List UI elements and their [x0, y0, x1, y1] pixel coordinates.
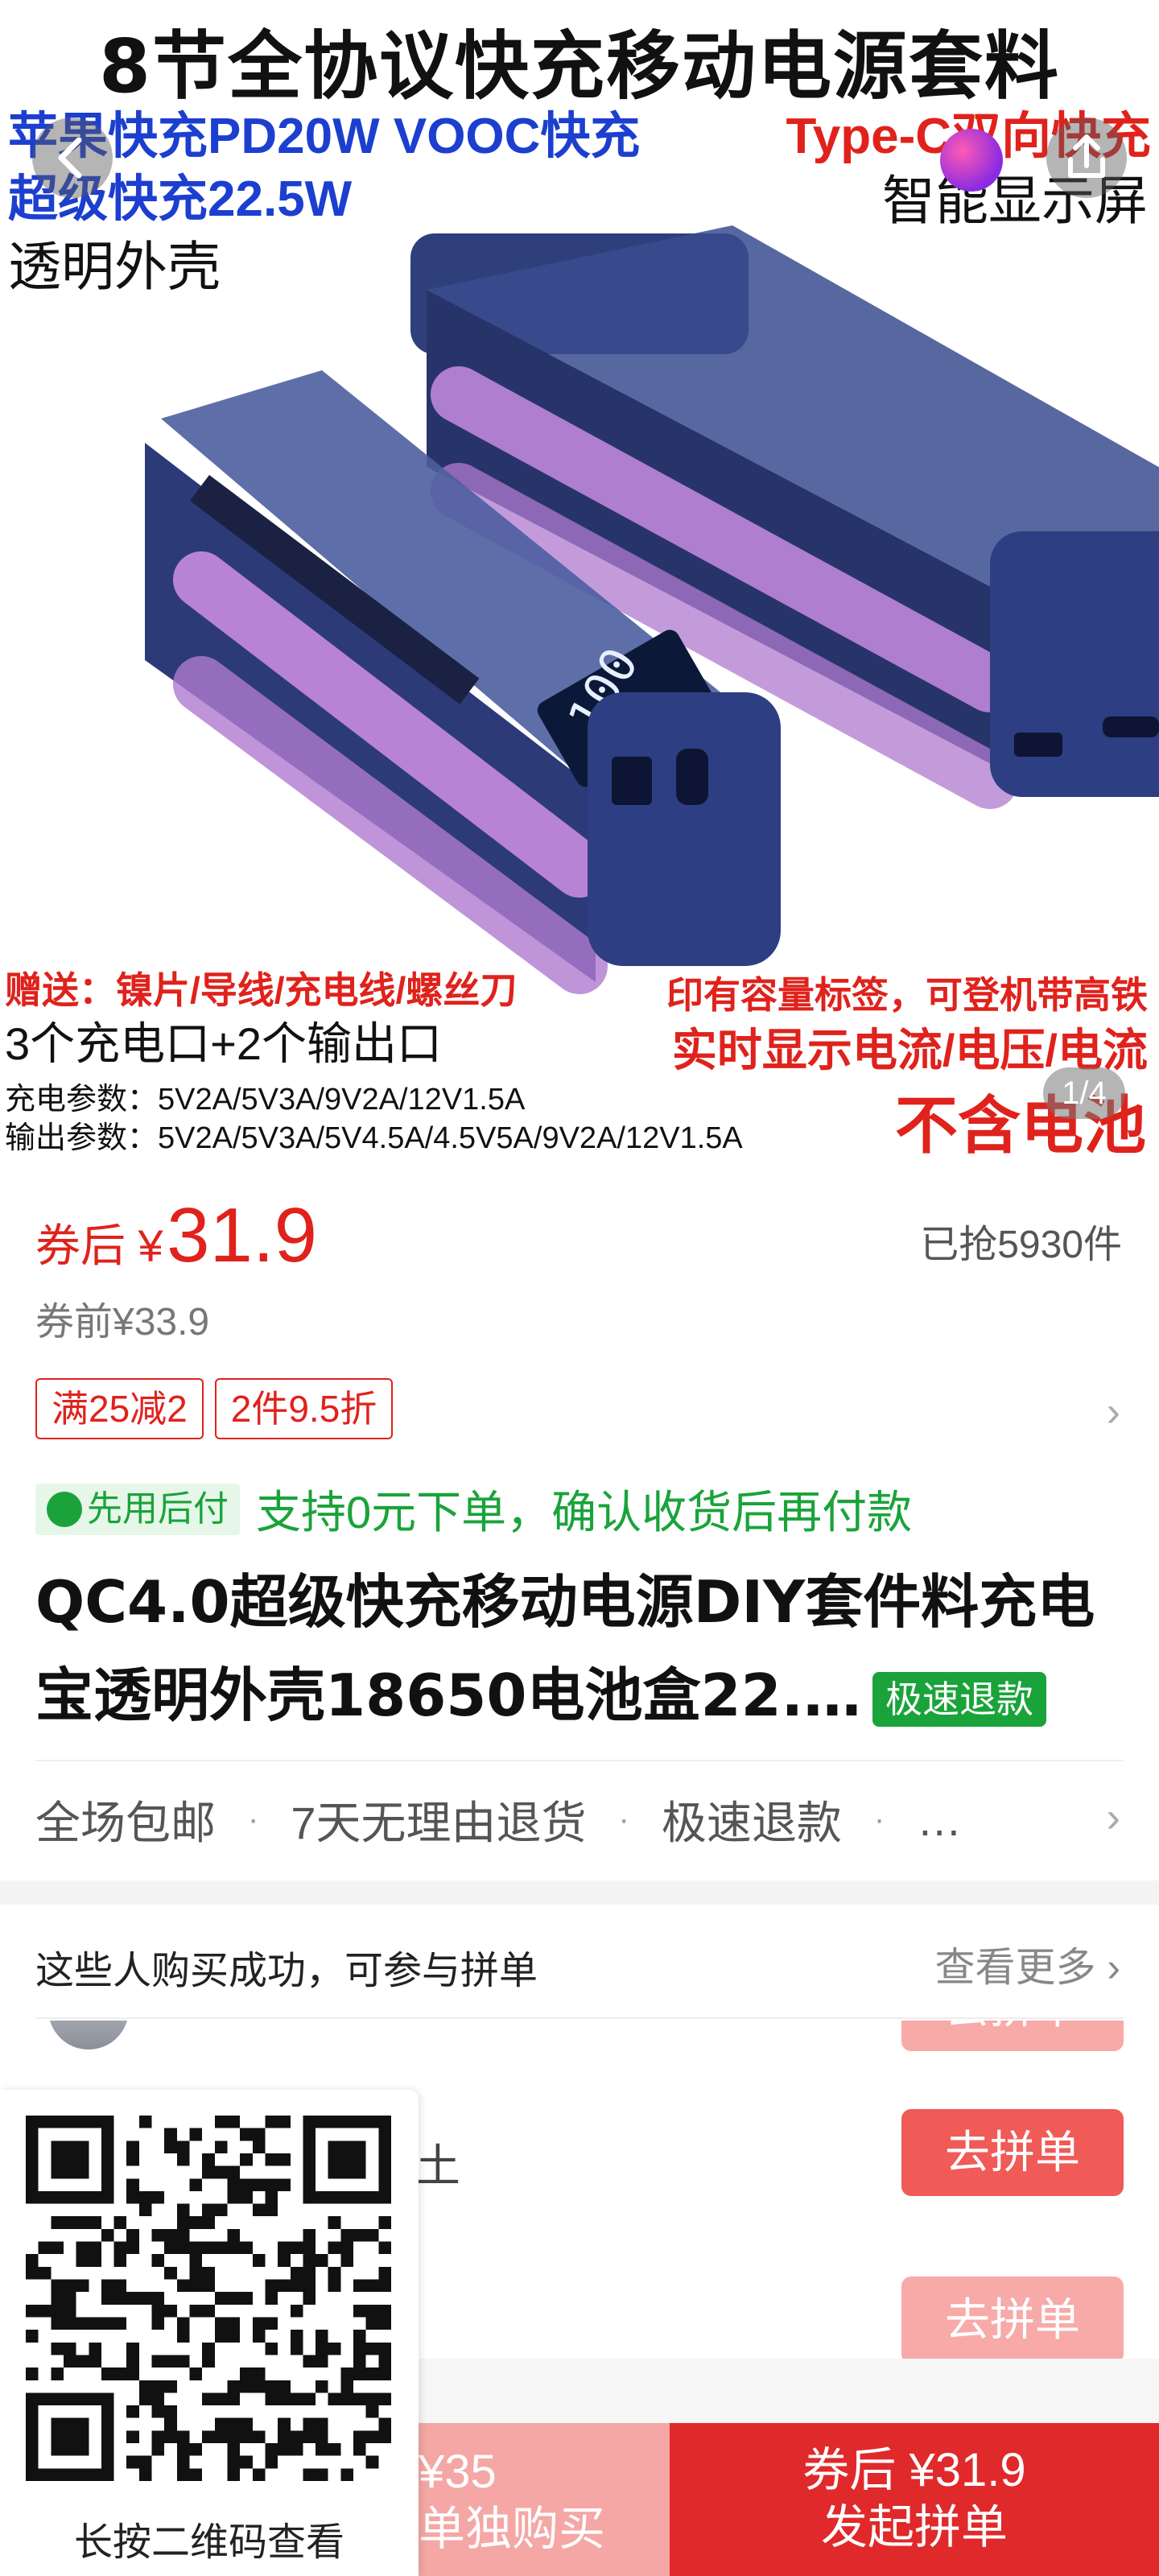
- gallery-output-params: 输出参数：5V2A/5V3A/5V4.5A/4.5V5A/9V2A/12V1.5…: [5, 1121, 743, 1155]
- price-row: 券后 ¥ 31.9: [35, 1191, 317, 1280]
- join-group-button[interactable]: 去拼单: [901, 2021, 1124, 2051]
- qr-code-icon[interactable]: [26, 2116, 391, 2481]
- price-label: 券后 ¥: [35, 1220, 163, 1271]
- promo-tag[interactable]: 2件9.5折: [214, 1378, 394, 1439]
- buy-alone-price: ¥35: [419, 2446, 497, 2498]
- group-buy-title: 这些人购买成功，可参与拼单: [35, 1950, 538, 1992]
- pay-later-icon: [47, 1491, 82, 1527]
- group-label: 发起拼单: [820, 2501, 1008, 2553]
- buy-alone-label: 单独购买: [419, 2503, 606, 2555]
- gallery-text-ports: 3个充电口+2个输出口: [5, 1018, 442, 1069]
- pay-later-badge: 先用后付: [35, 1483, 240, 1535]
- service-separator: ·: [248, 1802, 259, 1837]
- chevron-right-icon: ›: [1095, 1945, 1120, 1990]
- qr-caption: 长按二维码查看: [73, 2521, 344, 2564]
- product-title: QC4.0超级快充移动电源DIY套件料充电宝透明外壳18650电池盒22.… 极速…: [35, 1555, 1122, 1742]
- service-separator: ·: [618, 1802, 629, 1837]
- gallery-charge-params: 充电参数：5V2A/5V3A/9V2A/12V1.5A: [5, 1083, 526, 1117]
- service-row[interactable]: 全场包邮 · 7天无理由退货 · 极速退款 · …: [35, 1787, 962, 1852]
- divider: [35, 2017, 1124, 2019]
- back-button[interactable]: [32, 118, 113, 198]
- start-group-button[interactable]: 券后 ¥31.9 发起拼单: [670, 2423, 1159, 2576]
- pay-later-row[interactable]: 先用后付 支持0元下单，确认收货后再付款: [35, 1476, 912, 1542]
- service-separator: ·: [873, 1802, 885, 1837]
- join-group-button[interactable]: 去拼单: [901, 2109, 1124, 2196]
- promo-tag[interactable]: 满25减2: [35, 1378, 204, 1439]
- qr-code-card[interactable]: 长按二维码查看: [0, 2090, 419, 2576]
- chevron-left-icon: [58, 137, 82, 179]
- service-item: …: [917, 1794, 963, 1845]
- share-button[interactable]: [1046, 118, 1127, 198]
- price-value: 31.9: [167, 1192, 317, 1278]
- group-buy-more-label: 查看更多: [934, 1945, 1096, 1990]
- group-price: 券后 ¥31.9: [802, 2444, 1026, 2496]
- service-item: 全场包邮: [35, 1798, 216, 1848]
- group-user-name: 土: [415, 2140, 460, 2191]
- group-buy-more-link[interactable]: 查看更多 ›: [934, 1935, 1120, 1993]
- shop-avatar-icon[interactable]: [940, 129, 1003, 192]
- image-pager: 1/4: [1043, 1067, 1125, 1119]
- promo-tags[interactable]: 满25减2 2件9.5折: [35, 1378, 394, 1439]
- original-price: 券前¥33.9: [35, 1301, 210, 1344]
- service-item: 7天无理由退货: [291, 1798, 587, 1848]
- gallery-text-label: 印有容量标签，可登机带高铁: [666, 974, 1148, 1016]
- section-gap: [0, 1880, 1159, 1905]
- product-image-gallery[interactable]: 8节全协议快充移动电源套料 苹果快充PD20W VOOC快充 超级快充22.5W…: [0, 0, 1159, 1159]
- service-item: 极速退款: [661, 1798, 842, 1848]
- join-group-button[interactable]: 去拼单: [901, 2277, 1124, 2359]
- pay-later-text: 支持0元下单，确认收货后再付款: [256, 1487, 913, 1538]
- avatar: [48, 2021, 129, 2050]
- chevron-right-icon[interactable]: ›: [1107, 1388, 1120, 1436]
- divider: [35, 1760, 1124, 1761]
- pay-later-badge-label: 先用后付: [87, 1488, 229, 1529]
- gallery-text-gift: 赠送：镍片/导线/充电线/螺丝刀: [5, 969, 518, 1011]
- sold-count: 已抢5930件: [920, 1224, 1122, 1266]
- share-icon: [1068, 134, 1105, 178]
- chevron-right-icon[interactable]: ›: [1107, 1794, 1120, 1842]
- fast-refund-badge: 极速退款: [872, 1672, 1047, 1728]
